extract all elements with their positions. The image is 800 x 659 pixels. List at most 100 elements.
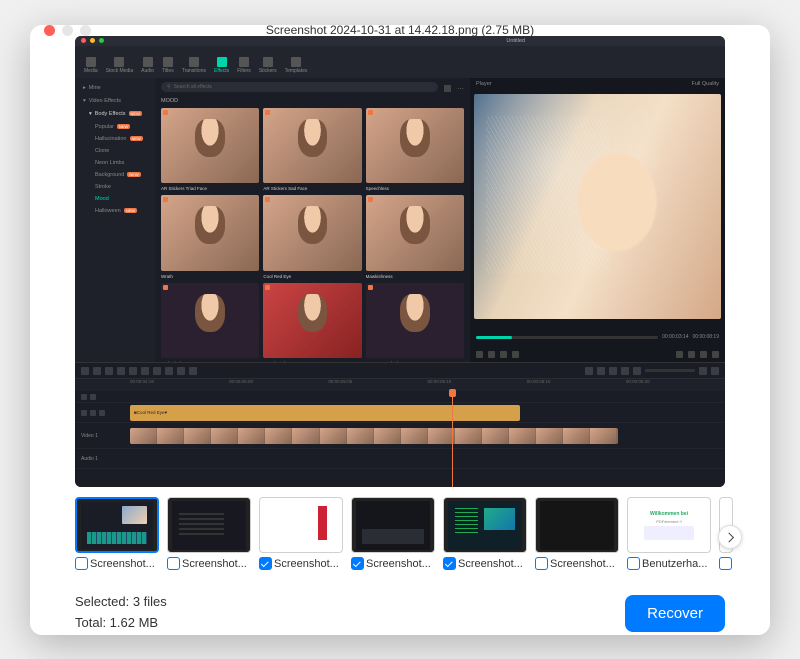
timeline-tools (75, 363, 725, 379)
effects-browser: ⚲ Search all effects ⋯ MOOD AR Stickers … (155, 78, 470, 363)
effect-thumb: Speechless (366, 108, 464, 184)
file-name: Screenshot... (182, 558, 251, 570)
file-checkbox[interactable] (719, 557, 732, 570)
file-checkbox[interactable] (535, 557, 548, 570)
file-name: Benutzerha... (642, 558, 711, 570)
editor-tab-effects: Effects (211, 57, 232, 74)
preview-viewport (474, 94, 721, 320)
sidebar-body-effects: ▾ Body Effects NEW (79, 108, 151, 120)
editor-tabs: MediaStock MediaAudioTitlesTransitionsEf… (75, 46, 316, 78)
editor-tab-stickers: Stickers (256, 57, 280, 74)
prev-icon (476, 351, 483, 358)
effect-thumb: Wrath (161, 195, 259, 271)
timeline-tracks: ◙ Cool Red Eye ♥ Video 1 Audio 1 (75, 391, 725, 487)
player-label: Player (476, 81, 492, 87)
effect-thumb: Human Cracked (366, 283, 464, 359)
stop-icon (512, 351, 519, 358)
window-title: Screenshot 2024-10-31 at 14.42.18.png (2… (30, 25, 770, 38)
file-name: Screenshot... (366, 558, 435, 570)
file-label[interactable]: Benutzerha... (627, 557, 711, 570)
timeline: 00:00:04:1900:00:05:0000:00:05:0500:00:0… (75, 362, 725, 487)
file-label[interactable]: Screenshot... (443, 557, 527, 570)
file-thumbnail[interactable] (351, 497, 435, 553)
effects-sidebar: ▸ Mine ▾ Video Effects ▾ Body Effects NE… (75, 78, 155, 363)
sidebar-item-hallucination: Hallucination NEW (79, 133, 151, 145)
effects-search: ⚲ Search all effects (161, 82, 438, 92)
time-current: 00:00:03:14 (662, 334, 688, 340)
file-thumbnail[interactable] (259, 497, 343, 553)
file-name: Screenshot... (550, 558, 619, 570)
total-size: Total: 1.62 MB (75, 613, 167, 634)
effect-thumb: Surprise Alert (263, 283, 361, 359)
file-checkbox[interactable] (443, 557, 456, 570)
recover-button[interactable]: Recover (625, 595, 725, 632)
file-name: Screenshot... (458, 558, 527, 570)
audio-track-label: Audio 1 (75, 456, 130, 462)
crop-icon (700, 351, 707, 358)
app-window: Screenshot 2024-10-31 at 14.42.18.png (2… (30, 25, 770, 635)
thumbnails-scroll[interactable]: Screenshot... Screenshot... Screenshot... S… (75, 497, 750, 570)
effect-thumb: Cool Red Eye (263, 195, 361, 271)
sidebar-item-neon-limbs: Neon Limbs (79, 157, 151, 169)
file-label[interactable]: Screenshot... (535, 557, 619, 570)
sidebar-item-popular: Popular NEW (79, 121, 151, 133)
grid-view-icon (444, 85, 451, 92)
file-label[interactable]: Screenshot... (351, 557, 435, 570)
file-item[interactable]: Screenshot... (535, 497, 619, 570)
editor-tab-titles: Titles (159, 57, 177, 74)
file-label[interactable]: Screenshot... (75, 557, 159, 570)
editor-tab-templates: Templates (282, 57, 311, 74)
stats: Selected: 3 files Total: 1.62 MB (75, 592, 167, 634)
editor-toolbar: MediaStock MediaAudioTitlesTransitionsEf… (75, 46, 725, 78)
file-thumbnail[interactable]: Willkommen beiPDFelement !! (627, 497, 711, 553)
file-thumbnail[interactable] (167, 497, 251, 553)
file-item[interactable]: Screenshot... (443, 497, 527, 570)
sidebar-items: Popular NEWHallucination NEWCloneNeon Li… (79, 121, 151, 217)
file-label[interactable]: Screenshot... (259, 557, 343, 570)
scrubber (476, 336, 658, 339)
fullscreen-icon (712, 351, 719, 358)
file-item[interactable]: Screenshot... (167, 497, 251, 570)
sidebar-item-stroke: Stroke (79, 181, 151, 193)
fx-clip: ◙ Cool Red Eye ♥ (130, 405, 520, 421)
play-icon (488, 351, 495, 358)
editor-tab-stock-media: Stock Media (103, 57, 137, 74)
editor-tab-audio: Audio (138, 57, 157, 74)
file-thumbnail[interactable] (535, 497, 619, 553)
timeline-ruler: 00:00:04:1900:00:05:0000:00:05:0500:00:0… (75, 379, 725, 391)
effects-grid: AR Stickers Triad FaceAR Stickers Sad Fa… (161, 108, 464, 359)
quality-dropdown: Full Quality (691, 81, 719, 87)
file-label[interactable]: Screenshot... (167, 557, 251, 570)
editor-tab-transitions: Transitions (179, 57, 209, 74)
editor-titlebar: Untitled (75, 36, 725, 46)
next-icon (500, 351, 507, 358)
file-item[interactable]: Willkommen beiPDFelement !! Benutzerha... (627, 497, 711, 570)
marker-icon (688, 351, 695, 358)
file-checkbox[interactable] (167, 557, 180, 570)
sidebar-item-halloween: Halloween NEW (79, 205, 151, 217)
file-item[interactable]: Screenshot... (75, 497, 159, 570)
sidebar-item-mood: Mood (79, 193, 151, 205)
file-item[interactable]: Screenshot... (351, 497, 435, 570)
more-icon: ⋯ (457, 85, 464, 93)
selected-count: Selected: 3 files (75, 592, 167, 613)
file-thumbnail[interactable] (443, 497, 527, 553)
playhead (452, 391, 453, 487)
file-checkbox[interactable] (627, 557, 640, 570)
file-thumbnail[interactable] (75, 497, 159, 553)
effect-thumb: AR Stickers Triad Face (161, 108, 259, 184)
project-title: Untitled (506, 38, 525, 44)
effect-thumb: Mawkishness (366, 195, 464, 271)
category-heading: MOOD (161, 98, 464, 104)
file-item[interactable]: Screenshot... (259, 497, 343, 570)
footer: Selected: 3 files Total: 1.62 MB Recover (30, 578, 770, 634)
file-checkbox[interactable] (351, 557, 364, 570)
titlebar: Screenshot 2024-10-31 at 14.42.18.png (2… (30, 25, 770, 36)
video-editor-screenshot: Untitled MediaStock MediaAudioTitlesTran… (75, 36, 725, 488)
editor-tab-media: Media (81, 57, 101, 74)
editor-tab-filters: Filters (234, 57, 254, 74)
effect-thumb: AR Stickers Sad Face (263, 108, 361, 184)
file-checkbox[interactable] (259, 557, 272, 570)
file-checkbox[interactable] (75, 557, 88, 570)
video-clip (130, 428, 618, 444)
